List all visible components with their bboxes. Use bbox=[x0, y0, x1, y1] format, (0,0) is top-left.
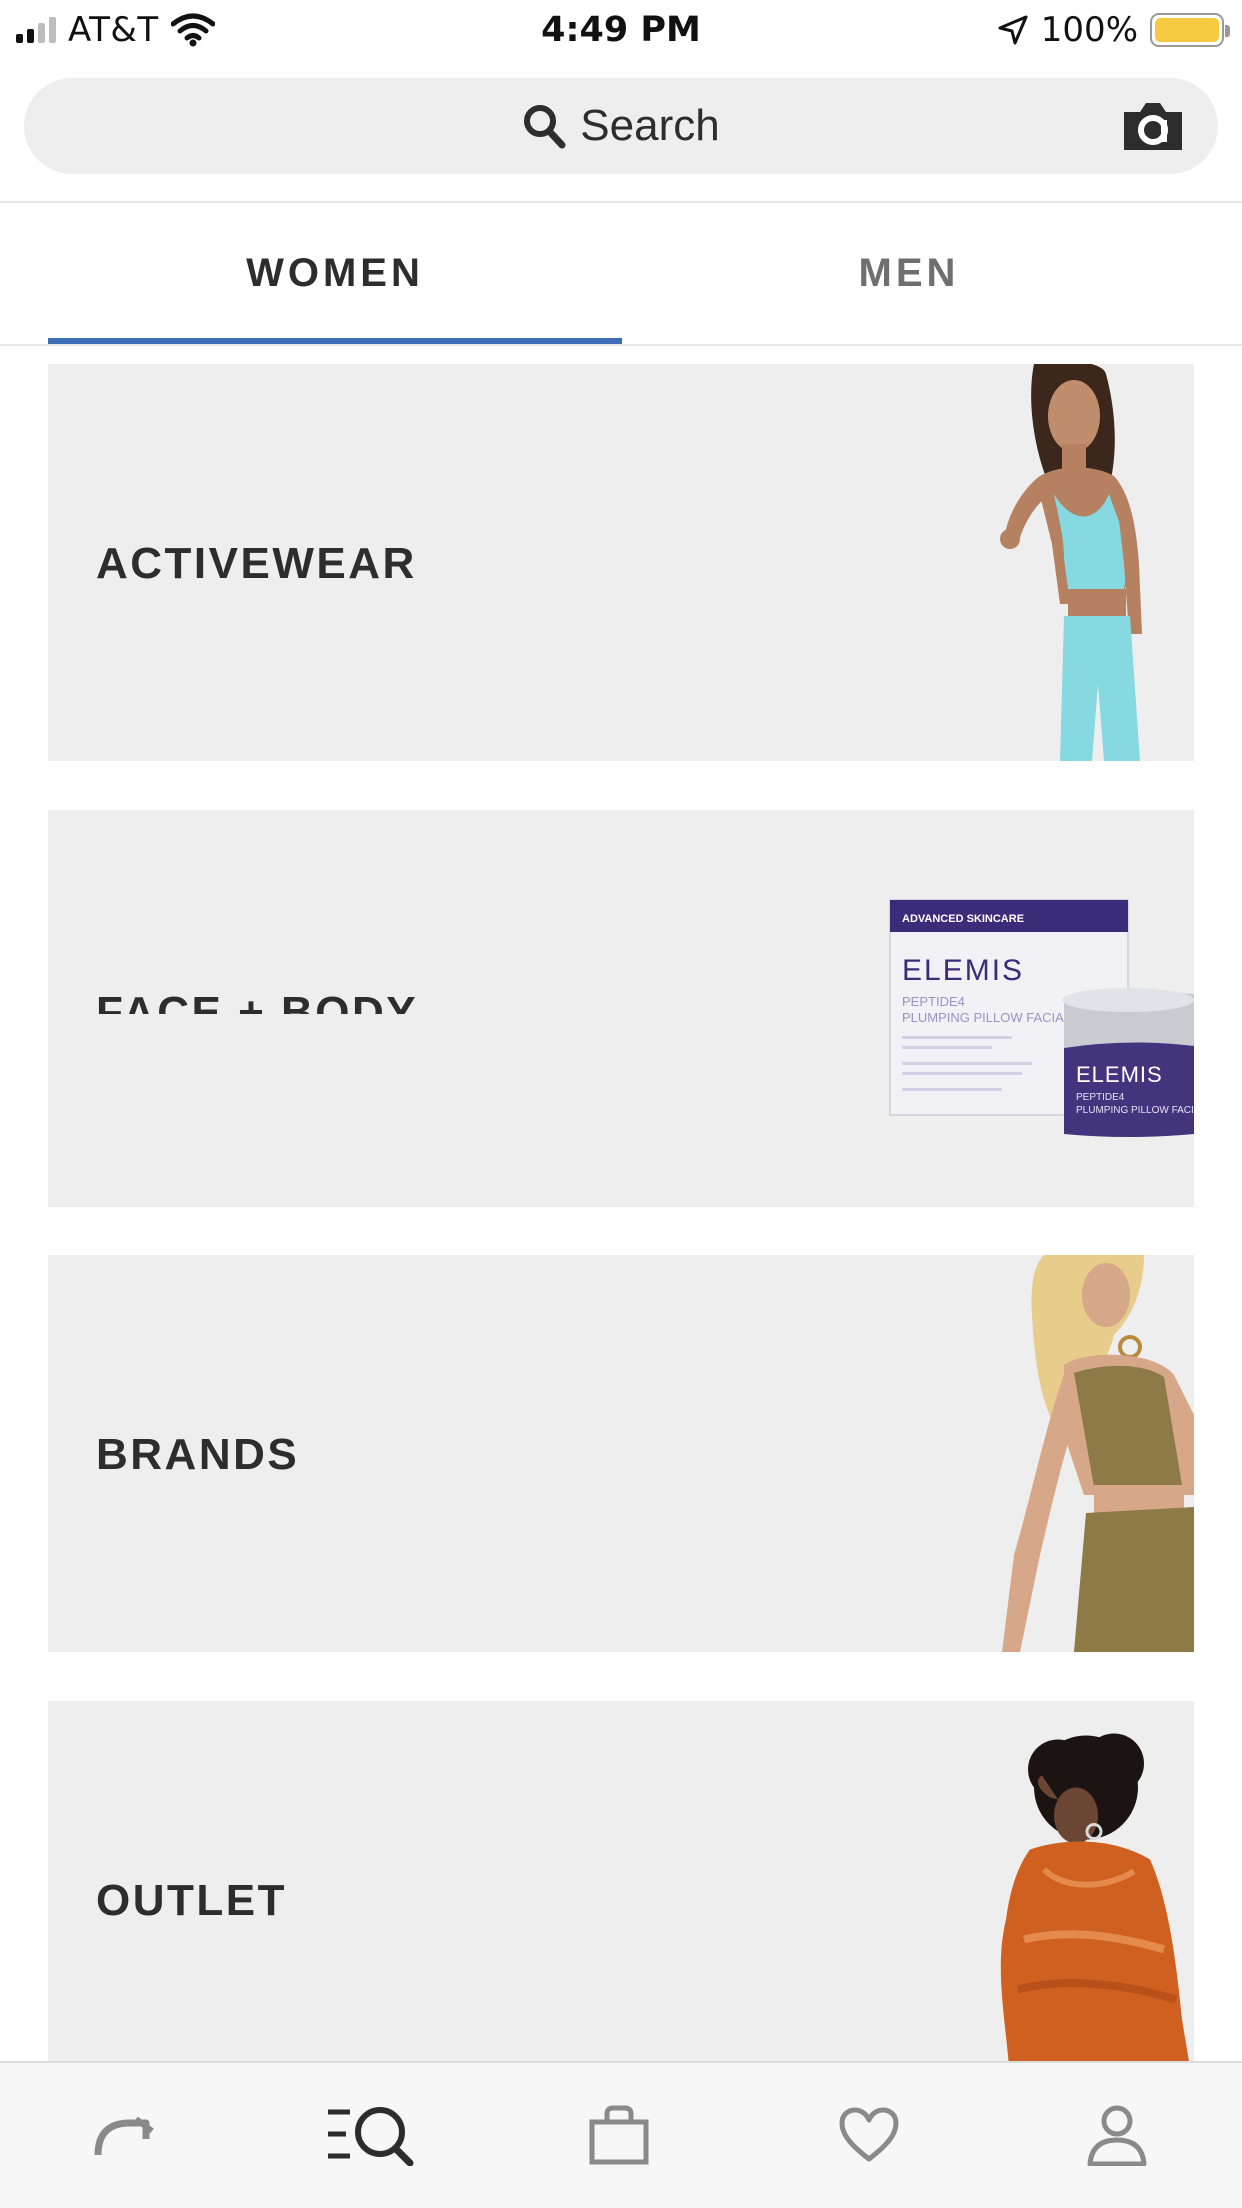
browse-search-icon bbox=[328, 2107, 414, 2166]
box-band-text: ADVANCED SKINCARE bbox=[902, 913, 1024, 925]
category-image-brands bbox=[1002, 1255, 1194, 1652]
status-bar: AT&T 4:49 PM 100% bbox=[0, 0, 1242, 62]
tabs-divider bbox=[0, 344, 1242, 346]
category-label-face-body: FACE + BODY bbox=[96, 988, 419, 1014]
jar-brand-text: ELEMIS bbox=[1076, 1062, 1163, 1087]
jar-product-line1: PEPTIDE4 bbox=[1076, 1092, 1125, 1103]
box-product-line1: PEPTIDE4 bbox=[902, 994, 965, 1009]
search-bar[interactable]: Search bbox=[24, 78, 1218, 174]
bottom-tab-bar bbox=[0, 2061, 1242, 2208]
battery-percent: 100% bbox=[1040, 10, 1138, 50]
account-icon bbox=[1087, 2105, 1147, 2166]
nav-home[interactable] bbox=[80, 2099, 170, 2171]
category-label-outlet: OUTLET bbox=[96, 1876, 287, 1925]
search-field[interactable]: Search bbox=[24, 78, 1218, 174]
nav-saved[interactable] bbox=[824, 2099, 914, 2171]
status-bar-right: 100% bbox=[997, 10, 1230, 50]
nav-account[interactable] bbox=[1072, 2099, 1162, 2171]
nav-browse[interactable] bbox=[326, 2099, 416, 2171]
category-card-activewear[interactable]: ACTIVEWEAR bbox=[48, 364, 1194, 761]
tab-women[interactable]: WOMEN bbox=[48, 203, 622, 344]
category-image-face-body: ADVANCED SKINCARE ELEMIS PEPTIDE4 PLUMPI… bbox=[889, 899, 1194, 1137]
jar-product-line2: PLUMPING PILLOW FACIAL bbox=[1076, 1105, 1194, 1116]
camera-icon bbox=[1124, 103, 1182, 150]
category-card-outlet[interactable]: OUTLET bbox=[48, 1701, 1194, 2098]
heart-icon bbox=[839, 2107, 899, 2162]
category-image-activewear bbox=[1000, 364, 1142, 761]
tab-men[interactable]: MEN bbox=[622, 203, 1196, 344]
category-label-activewear: ACTIVEWEAR bbox=[96, 539, 417, 588]
bag-icon bbox=[589, 2105, 649, 2165]
category-card-brands[interactable]: BRANDS bbox=[48, 1255, 1194, 1652]
category-card-face-body[interactable]: FACE + BODY ADVANCED SKINCARE ELEMIS PEP… bbox=[48, 810, 1194, 1207]
location-arrow-icon bbox=[998, 15, 1028, 45]
home-icon bbox=[94, 2116, 154, 2155]
battery-fill bbox=[1155, 18, 1219, 42]
category-image-outlet bbox=[1000, 1733, 1192, 2080]
nav-bag[interactable] bbox=[574, 2099, 664, 2171]
battery-icon bbox=[1150, 13, 1230, 47]
box-product-line2: PLUMPING PILLOW FACIAL bbox=[902, 1010, 1071, 1025]
box-brand-text: ELEMIS bbox=[902, 954, 1024, 987]
search-placeholder: Search bbox=[580, 101, 720, 150]
search-icon bbox=[524, 105, 566, 149]
camera-search-button[interactable] bbox=[1120, 100, 1186, 152]
category-label-brands: BRANDS bbox=[96, 1430, 300, 1479]
